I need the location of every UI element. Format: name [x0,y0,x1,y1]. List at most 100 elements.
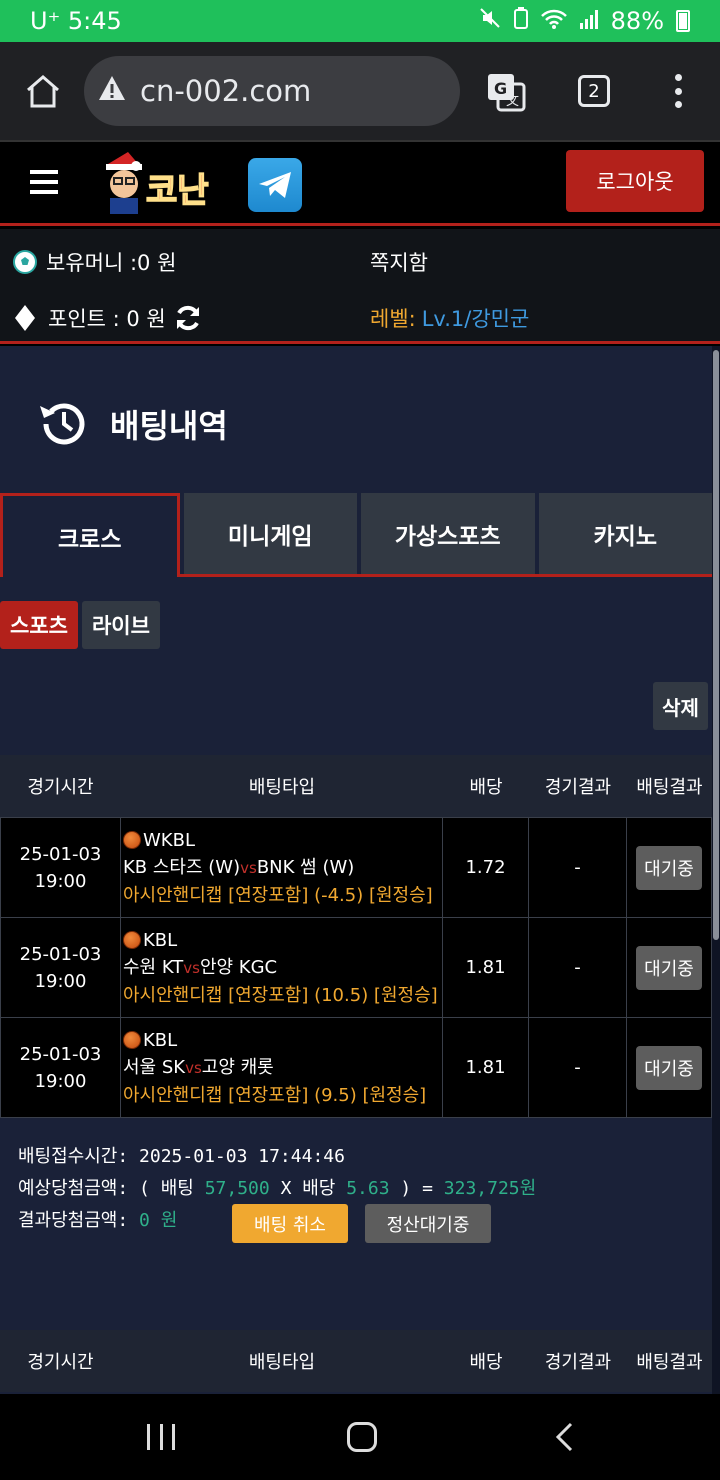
table-header: 경기시간 배팅타입 배당 경기결과 배팅결과 [0,755,712,817]
bet-type-cell: WKBL KB 스타즈 (W)vsBNK 썸 (W) 아시안핸디캡 [연장포함]… [121,818,443,917]
basketball-icon [123,931,141,949]
battery-percent: 88% [610,7,664,35]
odds-cell: 1.72 [443,818,529,917]
result-unit: 원 [160,1210,178,1231]
league-name: WKBL [143,829,195,851]
league-name: KBL [143,929,178,951]
battery-icon [676,10,690,32]
match-result-cell: - [529,918,627,1017]
tab-virtual-sports[interactable]: 가상스포츠 [361,493,535,574]
header-bet-type: 배팅타입 [248,1352,316,1373]
level-label: 레벨: [370,307,416,331]
signal-icon [579,7,599,35]
away-team: 안양 KGC [199,956,278,978]
soccer-ball-icon [13,250,37,274]
money-label: 보유머니 :0 원 [46,251,177,275]
cancel-bet-button[interactable]: 배팅 취소 [232,1204,348,1243]
recent-apps-icon[interactable] [147,1424,175,1450]
home-team: 수원 KT [123,956,184,978]
pending-settlement-button: 정산대기중 [365,1204,491,1243]
match-result-cell: - [529,1018,627,1117]
header-bet-type: 배팅타입 [248,777,316,798]
telegram-icon[interactable] [248,158,302,212]
translate-button[interactable]: G文 [486,72,526,112]
header-match-time: 경기시간 [27,777,94,798]
basketball-icon [123,831,141,849]
home-nav-icon[interactable] [347,1422,377,1452]
bet-type-cell: KBL 서울 SKvs고양 캐롯 아시안핸디캡 [연장포함] (9.5) [원정… [121,1018,443,1117]
table-row: 25-01-03 19:00 KBL 서울 SKvs고양 캐롯 아시안핸디캡 [… [0,1018,712,1118]
hamburger-menu-icon[interactable] [30,170,58,194]
status-badge: 대기중 [636,845,702,890]
status-badge: 대기중 [636,1045,702,1090]
browser-toolbar: cn-002.com G文 2 [0,42,720,140]
points-label: 포인트 : 0 원 [48,307,166,331]
bet-amount: 57,500 [204,1178,270,1199]
home-button[interactable] [20,68,66,114]
battery-saver-icon [513,7,529,35]
result-value: 0 [139,1210,150,1231]
result-label: 결과당첨금액: [18,1210,129,1231]
scrollbar-thumb[interactable] [713,350,719,940]
received-label: 배팅접수시간: [18,1146,129,1167]
tab-cross[interactable]: 크로스 [0,493,180,577]
odds-label: X 배당 [280,1178,336,1199]
match-result-cell: - [529,818,627,917]
match-date: 25-01-03 [19,1043,102,1065]
match-date: 25-01-03 [19,843,102,865]
home-team: KB 스타즈 (W) [123,856,241,878]
betting-history-content: 배팅내역 크로스 미니게임 가상스포츠 카지노 스포츠 라이브 삭제 경기시간 … [0,346,712,1394]
vs-label: vs [240,858,257,877]
match-time-cell: 25-01-03 19:00 [0,1018,121,1117]
back-icon[interactable] [555,1422,573,1456]
bet-result-cell: 대기중 [627,1018,712,1117]
level-info: 레벨: Lv.1/강민군 [370,303,529,333]
system-nav-bar [0,1394,720,1480]
header-match-result: 경기결과 [544,1352,612,1373]
refresh-icon[interactable] [174,304,202,332]
logout-button[interactable]: 로그아웃 [566,150,704,212]
site-logo[interactable]: 코난 [98,150,228,216]
tab-casino[interactable]: 카지노 [538,493,712,574]
match-time: 19:00 [34,1070,87,1092]
match-time: 19:00 [34,970,87,992]
received-time-line: 배팅접수시간: 2025-01-03 17:44:46 [18,1141,536,1173]
vs-label: vs [183,958,200,977]
equals-label: ) = [400,1178,433,1199]
tab-switcher-button[interactable]: 2 [578,75,610,107]
delete-button[interactable]: 삭제 [653,682,708,730]
messages-link[interactable]: 쪽지함 [370,247,428,277]
received-value: 2025-01-03 17:44:46 [139,1146,345,1167]
overflow-menu-icon[interactable] [672,74,684,108]
messages-label: 쪽지함 [370,251,428,275]
odds-cell: 1.81 [443,918,529,1017]
away-team: BNK 썸 (W) [256,856,355,878]
tab-minigame[interactable]: 미니게임 [183,493,357,574]
market-label: 아시안핸디캡 [연장포함] (10.5) [원정승] [123,984,438,1006]
level-value[interactable]: Lv.1/강민군 [422,303,530,333]
away-team: 고양 캐롯 [201,1056,274,1078]
league-name: KBL [143,1029,178,1051]
subtab-live[interactable]: 라이브 [81,601,160,649]
bet-table: 25-01-03 19:00 WKBL KB 스타즈 (W)vsBNK 썸 (W… [0,817,712,1118]
svg-text:코난: 코난 [146,171,209,211]
header-odds: 배당 [469,1352,503,1373]
header-match-result: 경기결과 [544,777,612,798]
bet-label: ( 배팅 [139,1178,194,1199]
table-row: 25-01-03 19:00 WKBL KB 스타즈 (W)vsBNK 썸 (W… [0,818,712,918]
header-bet-result: 배팅결과 [636,1352,703,1373]
sub-tabs: 스포츠 라이브 [0,601,160,649]
address-bar[interactable]: cn-002.com [84,56,460,126]
header-bet-result: 배팅결과 [636,777,703,798]
subtab-sports[interactable]: 스포츠 [0,601,78,649]
category-tabs: 크로스 미니게임 가상스포츠 카지노 [0,493,712,577]
url-text: cn-002.com [140,74,312,108]
total-odds: 5.63 [346,1178,390,1199]
match-time: 19:00 [34,870,87,892]
translate-icon: G文 [488,74,526,112]
expected-payout: 323,725원 [443,1178,537,1199]
expected-label: 예상당첨금액: [18,1178,129,1199]
home-team: 서울 SK [123,1056,186,1078]
site-header: 코난 로그아웃 [0,140,720,226]
market-label: 아시안핸디캡 [연장포함] (-4.5) [원정승] [123,884,433,906]
